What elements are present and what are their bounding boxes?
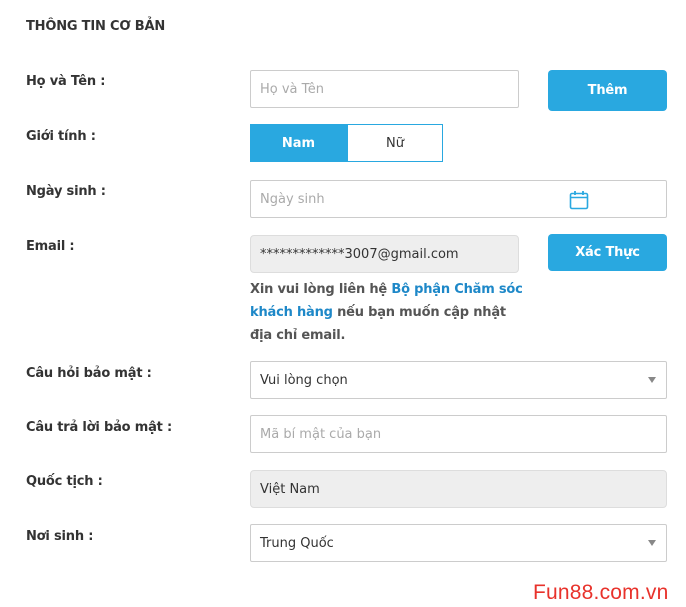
fullname-input[interactable] <box>260 81 509 97</box>
calendar-icon[interactable] <box>569 190 589 214</box>
add-button[interactable]: Thêm <box>548 70 667 111</box>
birthplace-label: Nơi sinh : <box>26 529 94 544</box>
email-note-prefix: Xin vui lòng liên hệ <box>250 282 392 297</box>
section-title: THÔNG TIN CƠ BẢN <box>26 19 166 34</box>
nationality-field: Việt Nam <box>250 470 667 508</box>
security-question-label: Câu hỏi bảo mật : <box>26 366 152 381</box>
fullname-field[interactable] <box>250 70 519 108</box>
gender-option-female[interactable]: Nữ <box>347 124 443 162</box>
birthplace-value: Trung Quốc <box>260 535 334 551</box>
email-value: *************3007@gmail.com <box>260 246 459 262</box>
security-question-value: Vui lòng chọn <box>260 372 348 388</box>
chevron-down-icon <box>648 540 656 546</box>
security-question-select[interactable]: Vui lòng chọn <box>250 361 667 399</box>
gender-option-male[interactable]: Nam <box>250 124 347 162</box>
watermark: Fun88.com.vn <box>533 581 669 604</box>
security-answer-label: Câu trả lời bảo mật : <box>26 420 172 435</box>
email-note: Xin vui lòng liên hệ Bộ phận Chăm sóc kh… <box>250 278 530 347</box>
nationality-value: Việt Nam <box>260 481 320 497</box>
verify-button[interactable]: Xác Thực <box>548 234 667 271</box>
fullname-label: Họ và Tên : <box>26 74 106 89</box>
nationality-label: Quốc tịch : <box>26 474 103 489</box>
email-field[interactable]: *************3007@gmail.com <box>250 235 519 273</box>
birthday-label: Ngày sinh : <box>26 184 106 199</box>
birthplace-select[interactable]: Trung Quốc <box>250 524 667 562</box>
security-answer-field[interactable] <box>250 415 667 453</box>
security-answer-input[interactable] <box>260 426 657 442</box>
email-label: Email : <box>26 239 75 254</box>
birthday-field[interactable] <box>250 180 667 218</box>
gender-label: Giới tính : <box>26 129 96 144</box>
birthday-input[interactable] <box>260 191 657 207</box>
chevron-down-icon <box>648 377 656 383</box>
